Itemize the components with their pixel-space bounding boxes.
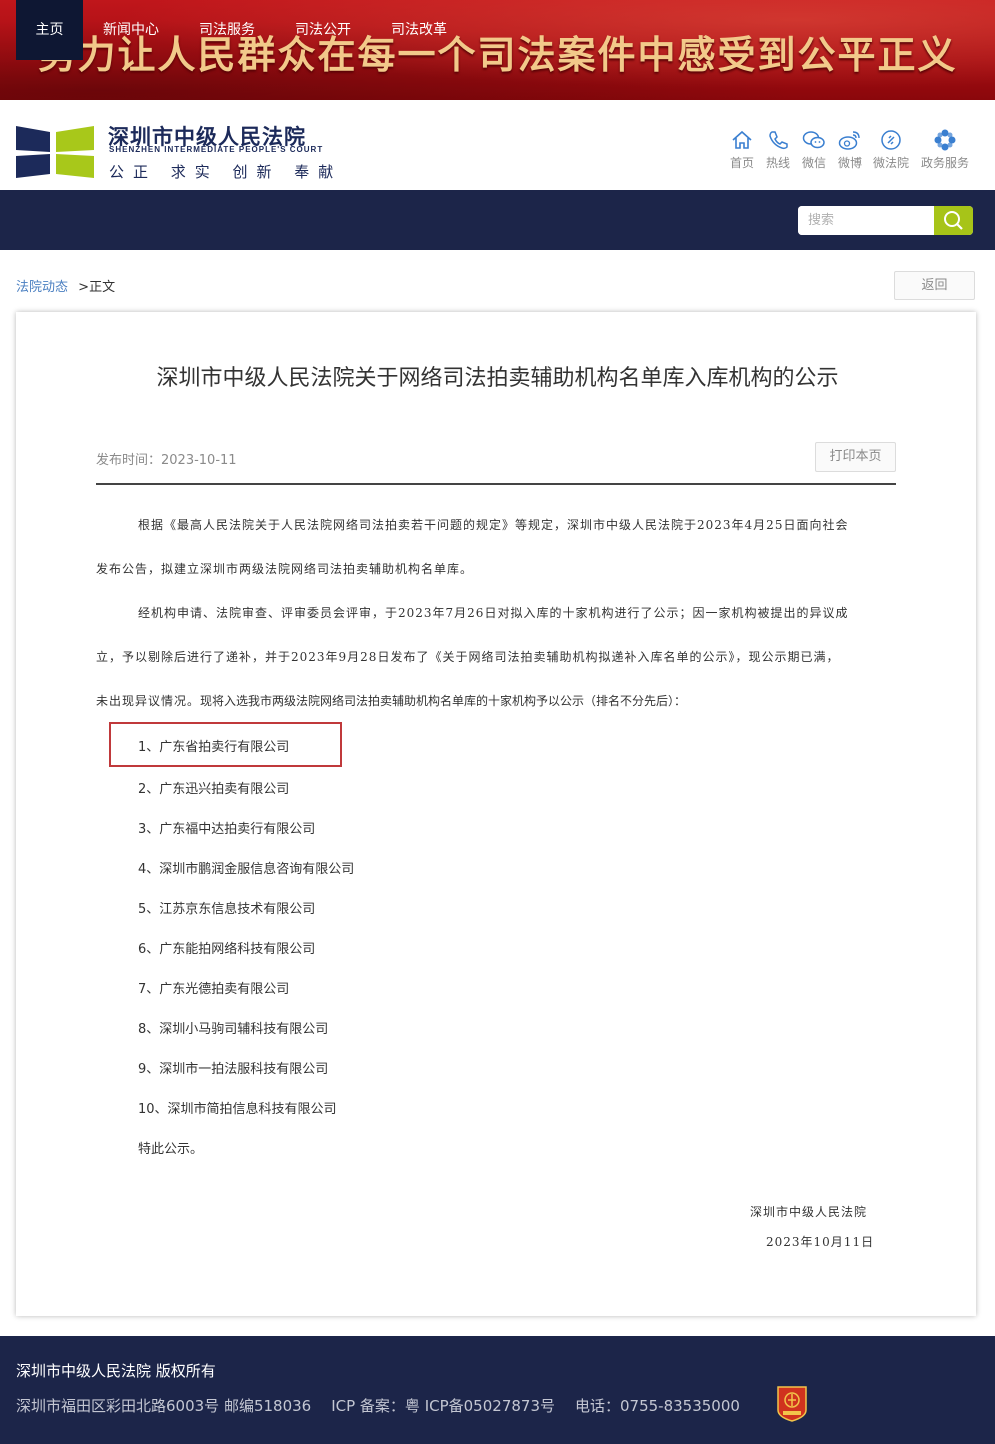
signature-date: 2023年10月11日 <box>766 1235 875 1249</box>
phone-icon <box>769 131 788 150</box>
paragraph-2-line-3: 未出现异议情况。现将入选我市两级法院网络司法拍卖辅助机构名单库的十家机构予以公示… <box>96 692 686 709</box>
nav-item-home[interactable]: 主页 <box>16 0 83 60</box>
gov-badge-icon[interactable] <box>776 1384 808 1422</box>
quick-link-label: 首页 <box>729 156 754 170</box>
back-button[interactable]: 返回 <box>894 271 975 300</box>
nav-item-judicial-service[interactable]: 司法服务 <box>187 0 267 60</box>
paragraph-2-line-2: 立，予以剔除后进行了递补，并于2023年9月28日发布了《关于网络司法拍卖辅助机… <box>96 650 840 664</box>
quick-link-label: 微博 <box>837 156 862 170</box>
footer-phone: 电话：0755-83535000 <box>575 1397 740 1415</box>
list-item: 10、深圳市简拍信息科技有限公司 <box>138 1102 337 1117</box>
quick-link-hotline[interactable]: 热线 <box>763 128 793 172</box>
list-item: 3、广东福中达拍卖行有限公司 <box>138 822 316 837</box>
micro-court-icon <box>881 130 901 150</box>
court-motto: 公正 求实 创新 奉献 <box>109 163 343 181</box>
nav-item-news[interactable]: 新闻中心 <box>91 0 171 60</box>
footer-copyright: 深圳市中级人民法院 版权所有 <box>16 1362 216 1380</box>
home-icon <box>732 130 752 149</box>
list-item: 4、深圳市鹏润金服信息咨询有限公司 <box>138 862 355 877</box>
search-box <box>798 206 973 235</box>
list-item: 6、广东能拍网络科技有限公司 <box>138 942 316 957</box>
quick-link-label: 政务服务 <box>920 156 969 170</box>
list-item: 7、广东光德拍卖有限公司 <box>138 982 290 997</box>
article-title: 深圳市中级人民法院关于网络司法拍卖辅助机构名单库入库机构的公示 <box>156 366 839 391</box>
site-footer <box>0 1336 995 1444</box>
closing-text: 特此公示。 <box>138 1142 204 1157</box>
footer-info: 深圳市福田区彩田北路6003号 邮编518036 ICP 备案：粤 ICP备050… <box>16 1395 740 1416</box>
list-item: 2、广东迅兴拍卖有限公司 <box>138 782 290 797</box>
paragraph-2-line-1: 经机构申请、法院审查、评审委员会评审，于2023年7月26日对拟入库的十家机构进… <box>138 606 849 620</box>
weibo-icon <box>838 131 860 150</box>
quick-link-gov-service[interactable]: 政务服务 <box>919 128 971 172</box>
list-item: 8、深圳小马驹司辅科技有限公司 <box>138 1022 329 1037</box>
list-item: 9、深圳市一拍法服科技有限公司 <box>138 1062 329 1077</box>
nav-item-judicial-open[interactable]: 司法公开 <box>283 0 363 60</box>
breadcrumb-parent-link[interactable]: 法院动态 <box>16 280 68 295</box>
footer-icp[interactable]: ICP 备案：粤 ICP备05027873号 <box>331 1397 555 1415</box>
quick-link-label: 微信 <box>801 156 826 170</box>
title-divider <box>96 483 896 485</box>
paragraph-2-line-3b: 现将入选我市两级法院网络司法拍卖辅助机构名单库的十家机构予以公示（排名不分先后）… <box>200 694 687 708</box>
list-item: 1、广东省拍卖行有限公司 <box>138 740 290 755</box>
paragraph-2-line-3a: 未出现异议情况。 <box>96 694 201 708</box>
signature: 深圳市中级人民法院 <box>750 1205 868 1219</box>
breadcrumb: 法院动态 >正文 <box>16 276 115 295</box>
search-button[interactable] <box>934 206 973 235</box>
publish-date: 发布时间：2023-10-11 <box>96 453 237 468</box>
search-input[interactable] <box>798 206 934 235</box>
breadcrumb-separator: > <box>78 280 90 295</box>
list-item: 5、江苏京东信息技术有限公司 <box>138 902 316 917</box>
quick-link-label: 热线 <box>765 156 790 170</box>
quick-link-weibo[interactable]: 微博 <box>835 128 865 172</box>
quick-link-label: 微法院 <box>872 156 909 170</box>
nav-item-judicial-reform[interactable]: 司法改革 <box>379 0 459 60</box>
footer-address: 深圳市福田区彩田北路6003号 邮编518036 <box>16 1397 312 1415</box>
paragraph-1-line-1: 根据《最高人民法院关于人民法院网络司法拍卖若干问题的规定》等规定，深圳市中级人民… <box>138 518 849 532</box>
quick-link-home[interactable]: 首页 <box>727 128 757 172</box>
gov-service-icon <box>934 129 956 151</box>
search-icon <box>944 211 963 230</box>
wechat-icon <box>802 131 825 149</box>
paragraph-1-line-2: 发布公告，拟建立深圳市两级法院网络司法拍卖辅助机构名单库。 <box>96 562 474 576</box>
quick-link-wechat[interactable]: 微信 <box>799 128 829 172</box>
court-logo-icon[interactable] <box>16 122 94 180</box>
breadcrumb-current: 正文 <box>89 280 116 295</box>
print-button[interactable]: 打印本页 <box>815 442 896 472</box>
quick-link-micro-court[interactable]: 微法院 <box>871 128 911 172</box>
court-name-en: SHENZHEN INTERMEDIATE PEOPLE'S COURT <box>109 145 324 154</box>
